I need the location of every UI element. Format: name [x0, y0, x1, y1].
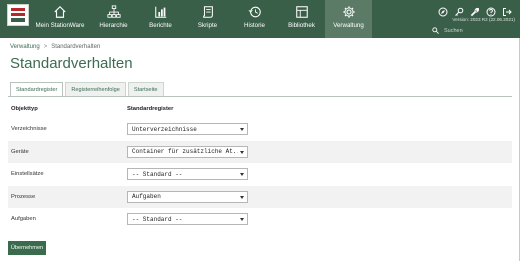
- nav-label: Bibliothek: [288, 22, 315, 29]
- register-select[interactable]: Container für zusätzliche At...: [127, 145, 248, 158]
- library-icon: [295, 6, 308, 18]
- home-icon: [54, 5, 66, 18]
- nav-label: Berichte: [149, 22, 172, 29]
- table-row: Einstellsätze -- Standard --: [8, 163, 512, 186]
- register-select[interactable]: Unterverzeichnisse: [127, 123, 248, 136]
- table-header: Objekttyp Standardregister: [8, 100, 512, 118]
- table-row: Prozesse Aufgaben: [8, 185, 512, 208]
- row-label: Aufgaben: [11, 216, 36, 223]
- dropdown-caret-icon: [240, 173, 244, 177]
- nav-label: Verwaltung: [333, 22, 364, 29]
- nav-item-bibliothek[interactable]: Bibliothek: [278, 0, 325, 38]
- select-value: Unterverzeichnisse: [132, 125, 197, 133]
- breadcrumb: Verwaltung > Standardverhalten: [10, 44, 100, 50]
- register-select[interactable]: -- Standard --: [127, 213, 248, 226]
- column-header-objekttyp: Objekttyp: [11, 106, 38, 112]
- key-icon[interactable]: [454, 4, 464, 16]
- table-row: Aufgaben -- Standard --: [8, 208, 512, 231]
- logo[interactable]: [7, 4, 29, 26]
- header-tools: [438, 4, 512, 17]
- nav-item-skripte[interactable]: Skripte: [184, 0, 231, 38]
- page-title: Standardverhalten: [10, 55, 133, 72]
- nav-item-historie[interactable]: Historie: [231, 0, 278, 38]
- dropdown-caret-icon: [240, 195, 244, 199]
- help-icon[interactable]: [486, 4, 496, 17]
- nav-label: Mein StationWare: [35, 22, 85, 29]
- table-row: Geräte Container für zusätzliche At...: [8, 140, 512, 163]
- search-bar: [428, 23, 520, 38]
- select-value: -- Standard --: [132, 215, 183, 223]
- compass-icon[interactable]: [438, 4, 448, 17]
- row-label: Geräte: [11, 148, 29, 155]
- dropdown-caret-icon: [240, 128, 244, 132]
- gear-icon: [342, 6, 355, 18]
- main-nav: Mein StationWare Hierarchie Berichte Skr…: [30, 0, 372, 38]
- dropdown-caret-icon: [240, 218, 244, 222]
- column-header-standardregister: Standardregister: [127, 106, 174, 112]
- logout-icon[interactable]: [502, 4, 512, 16]
- nav-item-mein-stationware[interactable]: Mein StationWare: [30, 0, 90, 38]
- tab-bar: Standardregister Registerreihenfolge Sta…: [10, 82, 164, 96]
- register-select[interactable]: -- Standard --: [127, 168, 248, 181]
- nav-label: Hierarchie: [99, 22, 128, 29]
- apply-button[interactable]: Übernehmen: [8, 241, 46, 255]
- search-input[interactable]: [444, 27, 514, 34]
- dropdown-caret-icon: [240, 150, 244, 154]
- tab-startseite[interactable]: Startseite: [127, 82, 164, 96]
- nav-label: Historie: [244, 22, 265, 29]
- nav-item-hierarchie[interactable]: Hierarchie: [90, 0, 137, 38]
- history-icon: [248, 6, 261, 18]
- nav-label: Skripte: [197, 22, 218, 29]
- select-value: -- Standard --: [132, 170, 183, 178]
- breadcrumb-current: Standardverhalten: [51, 44, 101, 50]
- nav-item-verwaltung[interactable]: Verwaltung: [325, 0, 372, 38]
- tab-registerreihenfolge[interactable]: Registerreihenfolge: [65, 82, 126, 96]
- select-value: Aufgaben: [132, 193, 161, 201]
- wrench-icon[interactable]: [470, 4, 480, 17]
- table-row: Verzeichnisse Unterverzeichnisse: [8, 118, 512, 141]
- default-register-table: Objekttyp Standardregister Verzeichnisse…: [8, 100, 512, 231]
- breadcrumb-separator: >: [43, 44, 48, 50]
- logo-mark: [11, 8, 25, 22]
- select-value: Container für zusätzliche At...: [132, 148, 238, 156]
- script-icon: [202, 6, 213, 18]
- tab-divider: [8, 96, 512, 97]
- chart-icon: [154, 6, 166, 18]
- register-select[interactable]: Aufgaben: [127, 190, 248, 203]
- row-label: Prozesse: [11, 193, 36, 200]
- version-text: Version: 2023 R2 (22.06.2021): [452, 17, 515, 22]
- hierarchy-icon: [106, 5, 121, 18]
- breadcrumb-link-verwaltung[interactable]: Verwaltung: [10, 44, 40, 50]
- top-navigation-bar: Mein StationWare Hierarchie Berichte Skr…: [0, 0, 520, 38]
- search-icon: [432, 27, 439, 34]
- tab-standardregister[interactable]: Standardregister: [10, 82, 64, 96]
- row-label: Verzeichnisse: [11, 126, 47, 133]
- row-label: Einstellsätze: [11, 171, 44, 178]
- nav-item-berichte[interactable]: Berichte: [137, 0, 184, 38]
